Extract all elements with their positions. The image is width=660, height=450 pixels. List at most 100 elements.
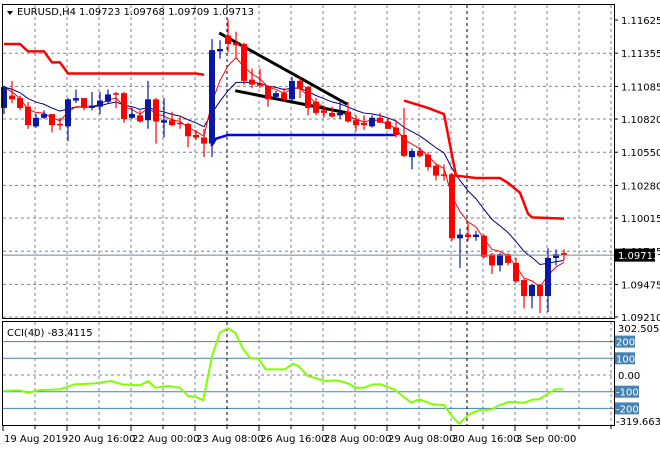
candle-body: [473, 234, 479, 238]
candle-body: [369, 117, 375, 127]
candle: [217, 40, 223, 59]
candle-body: [129, 114, 135, 118]
candle: [465, 223, 471, 241]
candle: [161, 98, 167, 138]
candle-body: [177, 122, 183, 125]
candle-body: [249, 79, 255, 85]
candle-body: [313, 101, 319, 113]
candle: [361, 115, 367, 131]
candle-body: [345, 111, 351, 122]
candle-body: [225, 35, 231, 44]
cci-grid: [3, 322, 614, 425]
candle: [81, 98, 87, 111]
indicator-overlays: [3, 31, 565, 288]
candle-body: [425, 154, 431, 167]
current-price-marker: 1.09713: [3, 248, 659, 262]
candle: [41, 110, 47, 119]
candle-body: [9, 95, 15, 100]
candle-body: [105, 94, 111, 102]
period-separators: [226, 5, 468, 425]
candle-body: [121, 93, 127, 119]
candle: [265, 85, 271, 107]
candle-body: [265, 85, 271, 100]
candle: [17, 95, 23, 111]
candle-body: [73, 98, 79, 101]
candle: [233, 31, 239, 59]
main-grid: [3, 5, 614, 318]
candle-body: [33, 117, 39, 127]
candle-body: [97, 100, 103, 107]
candle-body: [209, 50, 215, 144]
candle: [289, 77, 295, 101]
symbol-timeframe: EURUSD,H4: [17, 7, 76, 18]
cci-min-label: -319.6636: [616, 417, 660, 428]
candle: [73, 89, 79, 104]
candle-body: [1, 87, 7, 108]
candle-body: [537, 285, 543, 297]
candle-body: [233, 42, 239, 46]
time-label: 3 Sep 00:00: [516, 434, 576, 445]
candle-body: [337, 112, 343, 116]
candle-body: [41, 114, 47, 118]
candle: [1, 85, 7, 115]
candle-body: [25, 106, 31, 126]
price-tick-label: 1.10280: [621, 181, 660, 192]
candle: [497, 253, 503, 272]
candle-body: [497, 254, 503, 266]
candle: [241, 42, 247, 85]
trading-chart[interactable]: EURUSD,H4 1.09723 1.09768 1.09709 1.0971…: [0, 0, 660, 450]
time-label: 19 Aug 2019: [4, 434, 68, 445]
candle-body: [137, 115, 143, 122]
candle: [257, 68, 263, 89]
candle-body: [529, 285, 535, 297]
cci-axis: 302.5056 -319.6636 200 100 0.00 -100 -200: [615, 324, 660, 428]
candle-body: [185, 123, 191, 137]
price-tick-label: 1.10550: [621, 148, 660, 159]
candle: [489, 253, 495, 274]
time-label: 30 Aug 16:00: [452, 434, 519, 445]
candle-body: [257, 83, 263, 86]
candle: [185, 122, 191, 148]
price-tick-label: 1.11355: [621, 49, 660, 60]
time-label: 23 Aug 08:00: [196, 434, 263, 445]
cci-level-label: 0.00: [618, 371, 640, 382]
candle: [377, 112, 383, 123]
candle-body: [281, 93, 287, 100]
candle: [545, 248, 551, 313]
candle: [201, 128, 207, 158]
candle: [105, 89, 111, 104]
current-price-label: 1.09713: [618, 251, 659, 262]
price-axis: 1.11625 1.11355 1.11085 1.10820 1.10550 1.102…: [614, 16, 660, 324]
candle-body: [361, 122, 367, 126]
candle-body: [449, 174, 455, 239]
candle-body: [65, 99, 71, 127]
candle-body: [145, 99, 151, 121]
cci-panel-border: [2, 321, 615, 426]
candle-body: [241, 43, 247, 81]
candle: [225, 19, 231, 53]
candle: [449, 173, 455, 241]
slow-moving-average: [3, 81, 565, 266]
time-label: 20 Aug 16:00: [68, 434, 135, 445]
candle-body: [377, 117, 383, 123]
ohlc-values: 1.09723 1.09768 1.09709 1.09713: [79, 7, 254, 18]
main-panel-border: [2, 4, 615, 319]
candle-body: [169, 120, 175, 126]
cci-level-label: 100: [616, 354, 635, 365]
candle: [153, 98, 159, 144]
cci-level-label: -200: [616, 404, 639, 415]
cci-level-label: 200: [616, 338, 635, 349]
candle: [49, 114, 55, 133]
candle: [305, 85, 311, 116]
candle: [209, 39, 215, 158]
candles: [1, 19, 567, 314]
price-tick-label: 1.11625: [621, 16, 660, 27]
candle-body: [153, 99, 159, 122]
candle: [401, 107, 407, 158]
collapse-triangle-icon[interactable]: [7, 11, 13, 15]
price-tick-label: 1.09210: [621, 313, 660, 324]
candle-body: [297, 80, 303, 89]
support-line: [210, 133, 396, 147]
candle-body: [441, 174, 447, 176]
candle: [9, 80, 15, 104]
